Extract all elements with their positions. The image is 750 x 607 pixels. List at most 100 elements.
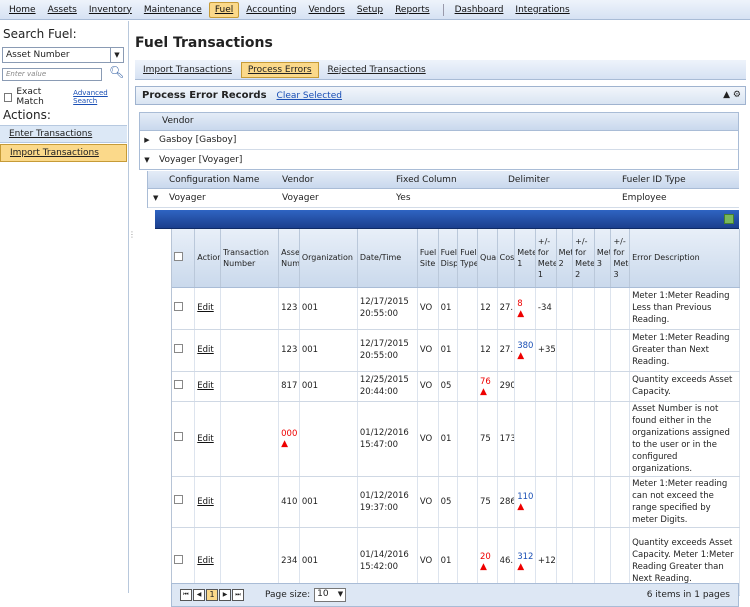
table-row[interactable]: Edit 123 001 12/17/2015 20:55:00 VO 01 12 27. 38… bbox=[172, 329, 740, 372]
row-checkbox[interactable] bbox=[174, 301, 183, 311]
edit-link[interactable]: Edit bbox=[194, 287, 222, 330]
cell-text: VO bbox=[419, 303, 433, 313]
excel-export-icon[interactable] bbox=[724, 214, 734, 224]
col-header[interactable]: +/- for Meter 3 bbox=[610, 229, 631, 288]
col-header[interactable]: Fuel Site bbox=[417, 229, 439, 288]
cell-text: 001 bbox=[301, 303, 319, 313]
nav-assets[interactable]: Assets bbox=[43, 3, 82, 17]
table-cell bbox=[610, 401, 631, 477]
nav-fuel[interactable]: Fuel bbox=[208, 1, 240, 18]
nav-accounting[interactable]: Accounting bbox=[241, 3, 301, 17]
table-cell: 05 bbox=[438, 476, 459, 528]
search-input[interactable]: Enter value bbox=[2, 68, 102, 81]
tab-rejected-transactions[interactable]: Rejected Transactions bbox=[322, 63, 432, 77]
nav-integrations[interactable]: Integrations bbox=[510, 3, 574, 17]
import-transactions-button[interactable]: Import Transactions bbox=[0, 144, 127, 162]
search-field-value: Asset Number bbox=[6, 50, 70, 60]
col-header[interactable]: Fuel Type bbox=[457, 229, 478, 288]
col-header[interactable]: Date/Time bbox=[357, 229, 418, 288]
checkbox-cell[interactable] bbox=[172, 287, 196, 330]
col-header[interactable]: Organization bbox=[299, 229, 358, 288]
col-header[interactable]: Meter 2 bbox=[556, 229, 574, 288]
vendor-row[interactable]: ▼ Voyager [Voyager] bbox=[140, 150, 738, 169]
table-row[interactable]: Edit 000 ▲ 01/12/2016 15:47:00 VO 01 75 173 Asse… bbox=[172, 401, 740, 477]
nav-dashboard[interactable]: Dashboard bbox=[450, 3, 509, 17]
row-checkbox[interactable] bbox=[174, 432, 183, 441]
search-field-select[interactable]: Asset Number ▼ bbox=[2, 47, 124, 63]
cell-text: 75 bbox=[479, 496, 491, 507]
prev-page-button[interactable]: ◀ bbox=[193, 589, 205, 601]
search-icon[interactable]: 🔍︎ bbox=[109, 65, 124, 79]
col-header[interactable]: Transaction Number bbox=[220, 229, 280, 288]
edit-link-text[interactable]: Edit bbox=[197, 434, 213, 444]
page-size-select[interactable]: 10 ▼ bbox=[314, 588, 347, 602]
table-cell: 110 ▲ bbox=[514, 476, 536, 528]
gear-icon[interactable]: ⚙ bbox=[733, 90, 741, 100]
first-page-button[interactable]: ⏮ bbox=[180, 589, 192, 601]
checkbox-cell[interactable] bbox=[172, 329, 196, 372]
edit-link-text[interactable]: Edit bbox=[197, 303, 213, 313]
checkbox-cell[interactable] bbox=[172, 401, 196, 477]
config-cell: Employee bbox=[622, 193, 667, 203]
main-content: Fuel Transactions Import Transactions Pr… bbox=[131, 21, 750, 607]
nav-maintenance[interactable]: Maintenance bbox=[139, 3, 207, 17]
row-checkbox[interactable] bbox=[174, 343, 183, 353]
tab-process-errors[interactable]: Process Errors bbox=[240, 61, 319, 78]
col-header[interactable]: +/- for Meter 2 bbox=[572, 229, 595, 288]
enter-transactions-button[interactable]: Enter Transactions bbox=[0, 125, 127, 143]
chevron-down-icon[interactable]: ▼ bbox=[110, 48, 123, 62]
col-header[interactable]: Meter 1 bbox=[514, 229, 536, 288]
col-header[interactable]: Error Description bbox=[629, 229, 740, 288]
row-checkbox[interactable] bbox=[174, 379, 183, 389]
edit-link-text[interactable]: Edit bbox=[197, 381, 213, 391]
table-cell: 27. bbox=[497, 287, 516, 330]
edit-link-text[interactable]: Edit bbox=[197, 497, 213, 507]
edit-link[interactable]: Edit bbox=[194, 329, 222, 372]
edit-link-text[interactable]: Edit bbox=[197, 556, 213, 566]
col-header[interactable]: Cost bbox=[497, 229, 516, 288]
select-all-header[interactable] bbox=[172, 229, 196, 288]
nav-setup[interactable]: Setup bbox=[352, 3, 388, 17]
edit-link[interactable]: Edit bbox=[194, 371, 222, 402]
col-header[interactable]: Quantity bbox=[477, 229, 498, 288]
nav-vendors[interactable]: Vendors bbox=[304, 3, 350, 17]
config-row[interactable]: ▼ Voyager Voyager Yes Employee bbox=[148, 189, 739, 208]
col-header[interactable]: Asset Number bbox=[278, 229, 300, 288]
tab-import-transactions[interactable]: Import Transactions bbox=[137, 63, 238, 77]
vendor-row[interactable]: ▶ Gasboy [Gasboy] bbox=[140, 131, 738, 150]
checkbox-cell[interactable] bbox=[172, 476, 196, 528]
col-header[interactable]: Fuel Dispenser bbox=[438, 229, 459, 288]
row-checkbox[interactable] bbox=[174, 554, 183, 564]
edit-link[interactable]: Edit bbox=[194, 401, 222, 477]
expand-icon[interactable]: ▶ bbox=[140, 136, 154, 144]
table-cell: 01 bbox=[438, 329, 459, 372]
advanced-search-link[interactable]: Advanced Search bbox=[73, 89, 128, 105]
collapse-icon[interactable]: ▲ bbox=[723, 90, 730, 100]
next-page-button[interactable]: ▶ bbox=[219, 589, 231, 601]
table-row[interactable]: Edit 410 001 01/12/2016 19:37:00 VO 05 75 286 11… bbox=[172, 476, 740, 528]
table-row[interactable]: Edit 123 001 12/17/2015 20:55:00 VO 01 12 27. 8 ▲… bbox=[172, 287, 740, 330]
nav-home[interactable]: Home bbox=[4, 3, 41, 17]
collapse-row-icon[interactable]: ▼ bbox=[140, 156, 154, 164]
select-all-checkbox[interactable] bbox=[174, 251, 183, 261]
checkbox-cell[interactable] bbox=[172, 371, 196, 402]
exact-match-label: Exact Match bbox=[16, 87, 44, 107]
nav-reports[interactable]: Reports bbox=[390, 3, 435, 17]
col-header[interactable]: Meter 3 bbox=[594, 229, 612, 288]
collapse-row-icon[interactable]: ▼ bbox=[148, 194, 164, 202]
col-header[interactable]: Action bbox=[194, 229, 222, 288]
exact-match-checkbox[interactable] bbox=[4, 92, 13, 102]
last-page-button[interactable]: ⏭ bbox=[232, 589, 244, 601]
table-cell: 12 bbox=[477, 329, 498, 372]
table-row[interactable]: Edit 817 001 12/25/2015 20:44:00 VO 05 76 ▲ 290 Q… bbox=[172, 371, 740, 402]
edit-link[interactable]: Edit bbox=[194, 476, 222, 528]
edit-link-text[interactable]: Edit bbox=[197, 345, 213, 355]
cell-text: 001 bbox=[301, 496, 319, 507]
row-checkbox[interactable] bbox=[174, 495, 183, 504]
cell-text: 286 bbox=[499, 496, 515, 507]
col-header[interactable]: +/- for Meter 1 bbox=[535, 229, 557, 288]
clear-selected-link[interactable]: Clear Selected bbox=[277, 91, 342, 101]
table-cell: 76 ▲ bbox=[477, 371, 498, 402]
page-number-button[interactable]: 1 bbox=[206, 589, 218, 601]
nav-inventory[interactable]: Inventory bbox=[84, 3, 137, 17]
